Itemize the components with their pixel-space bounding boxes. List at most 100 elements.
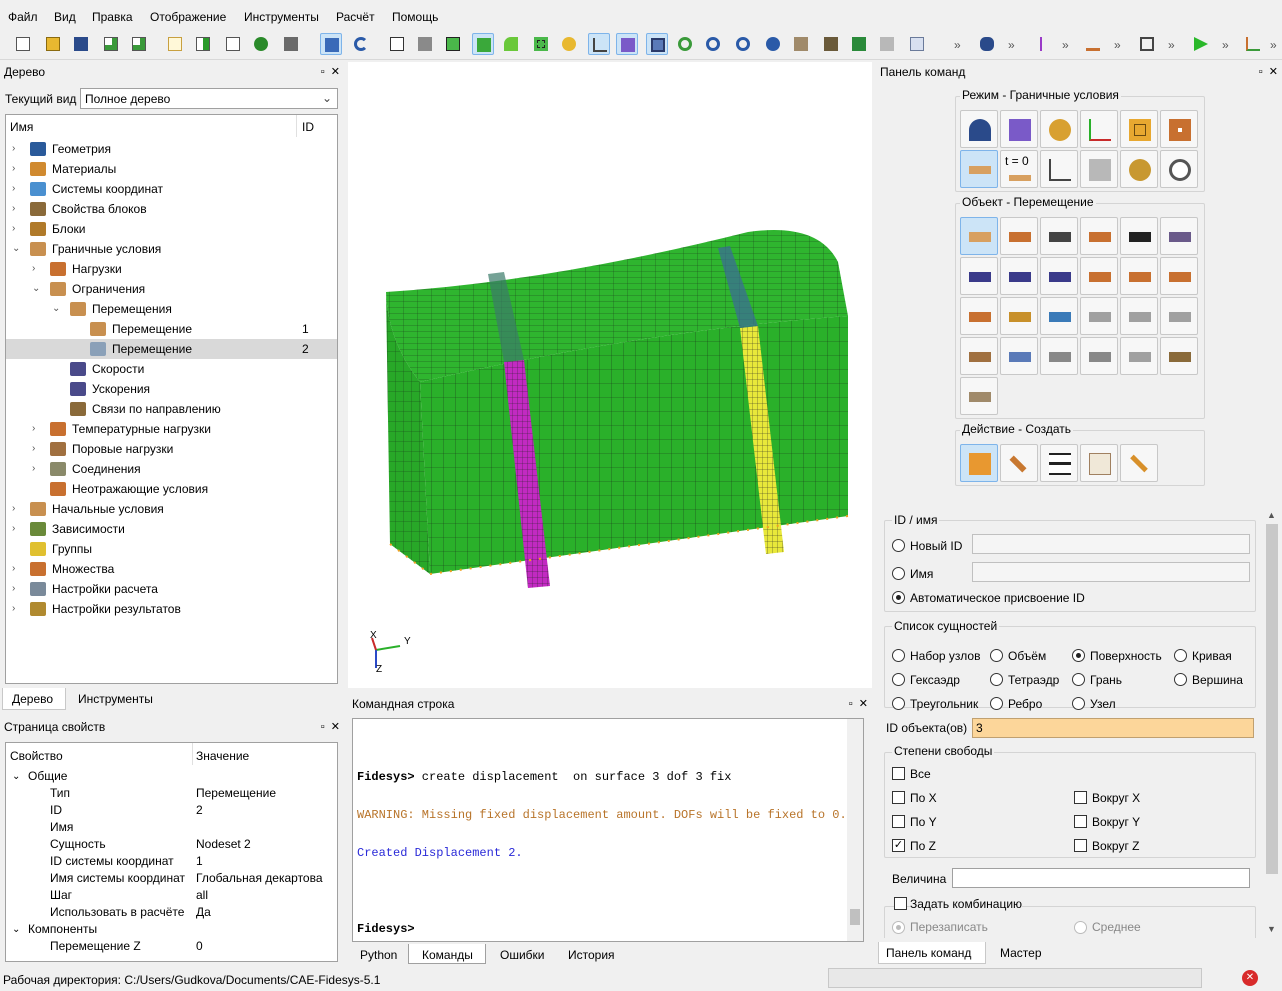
prop-expander-icon[interactable]: ⌄ <box>12 768 20 785</box>
menu-edit[interactable]: Правка <box>92 10 133 24</box>
tree-item[interactable]: Неотражающие условия <box>6 479 337 499</box>
dof-all-checkbox[interactable] <box>892 767 905 780</box>
tab-python[interactable]: Python <box>360 948 397 962</box>
open-folder-icon[interactable] <box>42 33 64 55</box>
zoom-out-icon[interactable] <box>732 33 754 55</box>
tree-item[interactable]: › Множества <box>6 559 337 579</box>
tree-item[interactable]: › Соединения <box>6 459 337 479</box>
object-acceleration-button[interactable] <box>1040 257 1078 295</box>
gray-cube-icon[interactable] <box>414 33 436 55</box>
object-velocity-button[interactable] <box>960 257 998 295</box>
entity-radio[interactable] <box>892 697 905 710</box>
view-gray-icon[interactable] <box>876 33 898 55</box>
cmd-prompt[interactable]: Fidesys> <box>357 922 415 936</box>
cp-scrollbar[interactable]: ▲ ▼ <box>1264 510 1280 938</box>
tree-expander-icon[interactable]: › <box>32 459 42 479</box>
cmd-scrollbar[interactable] <box>847 719 863 941</box>
tree-expander-icon[interactable]: › <box>12 179 22 199</box>
magnitude-input[interactable] <box>952 868 1250 888</box>
cmd-output[interactable]: Fidesys> create displacement on surface … <box>352 718 864 942</box>
tree-expander-icon[interactable]: › <box>12 579 22 599</box>
object-field-button[interactable] <box>1160 297 1198 335</box>
tab-wizard[interactable]: Мастер <box>1000 946 1042 960</box>
zoom-in-icon[interactable] <box>702 33 724 55</box>
name-radio[interactable] <box>892 567 905 580</box>
tree-expander-icon[interactable]: ⌄ <box>12 239 22 259</box>
object-rotational-velocity-button[interactable] <box>1000 257 1038 295</box>
tree-expander-icon[interactable]: › <box>12 219 22 239</box>
tree-item[interactable]: › Начальные условия <box>6 499 337 519</box>
dof-checkbox[interactable] <box>892 815 905 828</box>
entity-radio[interactable] <box>892 649 905 662</box>
prop-row[interactable]: ID 2 <box>6 802 337 819</box>
pause-icon[interactable] <box>250 33 272 55</box>
cluster-icon[interactable] <box>976 33 998 55</box>
tree-item[interactable]: ⌄ Граничные условия <box>6 239 337 259</box>
object-source-button[interactable] <box>1120 297 1158 335</box>
combo-checkbox[interactable] <box>894 897 907 910</box>
object-joint-button[interactable] <box>1120 257 1158 295</box>
tab-commands[interactable]: Команды <box>422 948 473 962</box>
tree-expander-icon[interactable]: › <box>12 199 22 219</box>
menu-tools[interactable]: Инструменты <box>244 10 319 24</box>
tree-expander-icon[interactable]: › <box>12 139 22 159</box>
mode-bc-button[interactable] <box>960 150 998 188</box>
tree-expander-icon[interactable]: › <box>12 499 22 519</box>
mode-mesh-button[interactable] <box>1000 110 1038 148</box>
toolbar-overflow-7[interactable]: » <box>1270 38 1277 52</box>
tree-item[interactable]: Группы <box>6 539 337 559</box>
view-select[interactable]: Полное дерево ⌄ <box>80 88 338 109</box>
tree-item[interactable]: › Материалы <box>6 159 337 179</box>
object-assembly-button[interactable] <box>960 377 998 415</box>
tools-hammer-icon[interactable] <box>280 33 302 55</box>
mode-blocks-button[interactable] <box>1120 110 1158 148</box>
tree-expander-icon[interactable]: › <box>12 159 22 179</box>
toolbar-overflow-1[interactable]: » <box>954 38 961 52</box>
wireframe-cube-icon[interactable] <box>386 33 408 55</box>
action-edit-button[interactable] <box>1080 444 1118 482</box>
object-star-source-button[interactable] <box>1040 337 1078 375</box>
object-heat-flux-button[interactable] <box>1000 297 1038 335</box>
purple-cube-icon[interactable] <box>616 33 638 55</box>
object-flow-button[interactable] <box>1000 337 1038 375</box>
object-radiation-button[interactable] <box>1080 297 1118 335</box>
tab-history[interactable]: История <box>568 948 615 962</box>
save-icon[interactable] <box>70 33 92 55</box>
yellow-spheres-icon[interactable] <box>558 33 580 55</box>
import-icon[interactable] <box>100 33 122 55</box>
view-light-icon[interactable] <box>906 33 928 55</box>
view-front-icon[interactable] <box>820 33 842 55</box>
tab-tree[interactable]: Дерево <box>12 692 53 706</box>
dof-checkbox[interactable]: ✓ <box>892 839 905 852</box>
window-views-icon[interactable] <box>646 33 668 55</box>
tree-item[interactable]: › Геометрия <box>6 139 337 159</box>
scroll-down-icon[interactable]: ▼ <box>1267 924 1276 934</box>
mode-calc-settings-button[interactable] <box>1080 150 1118 188</box>
entity-radio[interactable] <box>1174 673 1187 686</box>
load-arrow-icon[interactable] <box>1082 33 1104 55</box>
run-calc-icon[interactable] <box>1190 33 1212 55</box>
tree-expander-icon[interactable]: › <box>12 519 22 539</box>
grid-axes-icon[interactable] <box>588 33 610 55</box>
dof-checkbox[interactable] <box>1074 839 1087 852</box>
prop-row[interactable]: ID системы координат 1 <box>6 853 337 870</box>
cp-dock-controls[interactable]: ▫ ✕ <box>1259 65 1278 78</box>
tree-item[interactable]: Ускорения <box>6 379 337 399</box>
tree-item[interactable]: › Системы координат <box>6 179 337 199</box>
tree-dock-controls[interactable]: ▫ ✕ <box>321 65 340 78</box>
mode-inspect-button[interactable] <box>1160 150 1198 188</box>
tree-expander-icon[interactable]: ⌄ <box>52 299 62 319</box>
dof-checkbox[interactable] <box>1074 815 1087 828</box>
tree-expander-icon[interactable]: › <box>32 259 42 279</box>
green-shapes-icon[interactable] <box>500 33 522 55</box>
object-displacement-button[interactable] <box>960 217 998 255</box>
object-load-button[interactable] <box>1000 217 1038 255</box>
entity-radio[interactable] <box>892 673 905 686</box>
tree-item[interactable]: › Свойства блоков <box>6 199 337 219</box>
tab-command-panel[interactable]: Панель команд <box>886 946 971 960</box>
menu-calc[interactable]: Расчёт <box>336 10 375 24</box>
cp-scroll-thumb[interactable] <box>1266 524 1278 874</box>
toolbar-overflow-2[interactable]: » <box>1008 38 1015 52</box>
prop-row[interactable]: Имя системы координат Глобальная декартов… <box>6 870 337 887</box>
menu-display[interactable]: Отображение <box>150 10 226 24</box>
